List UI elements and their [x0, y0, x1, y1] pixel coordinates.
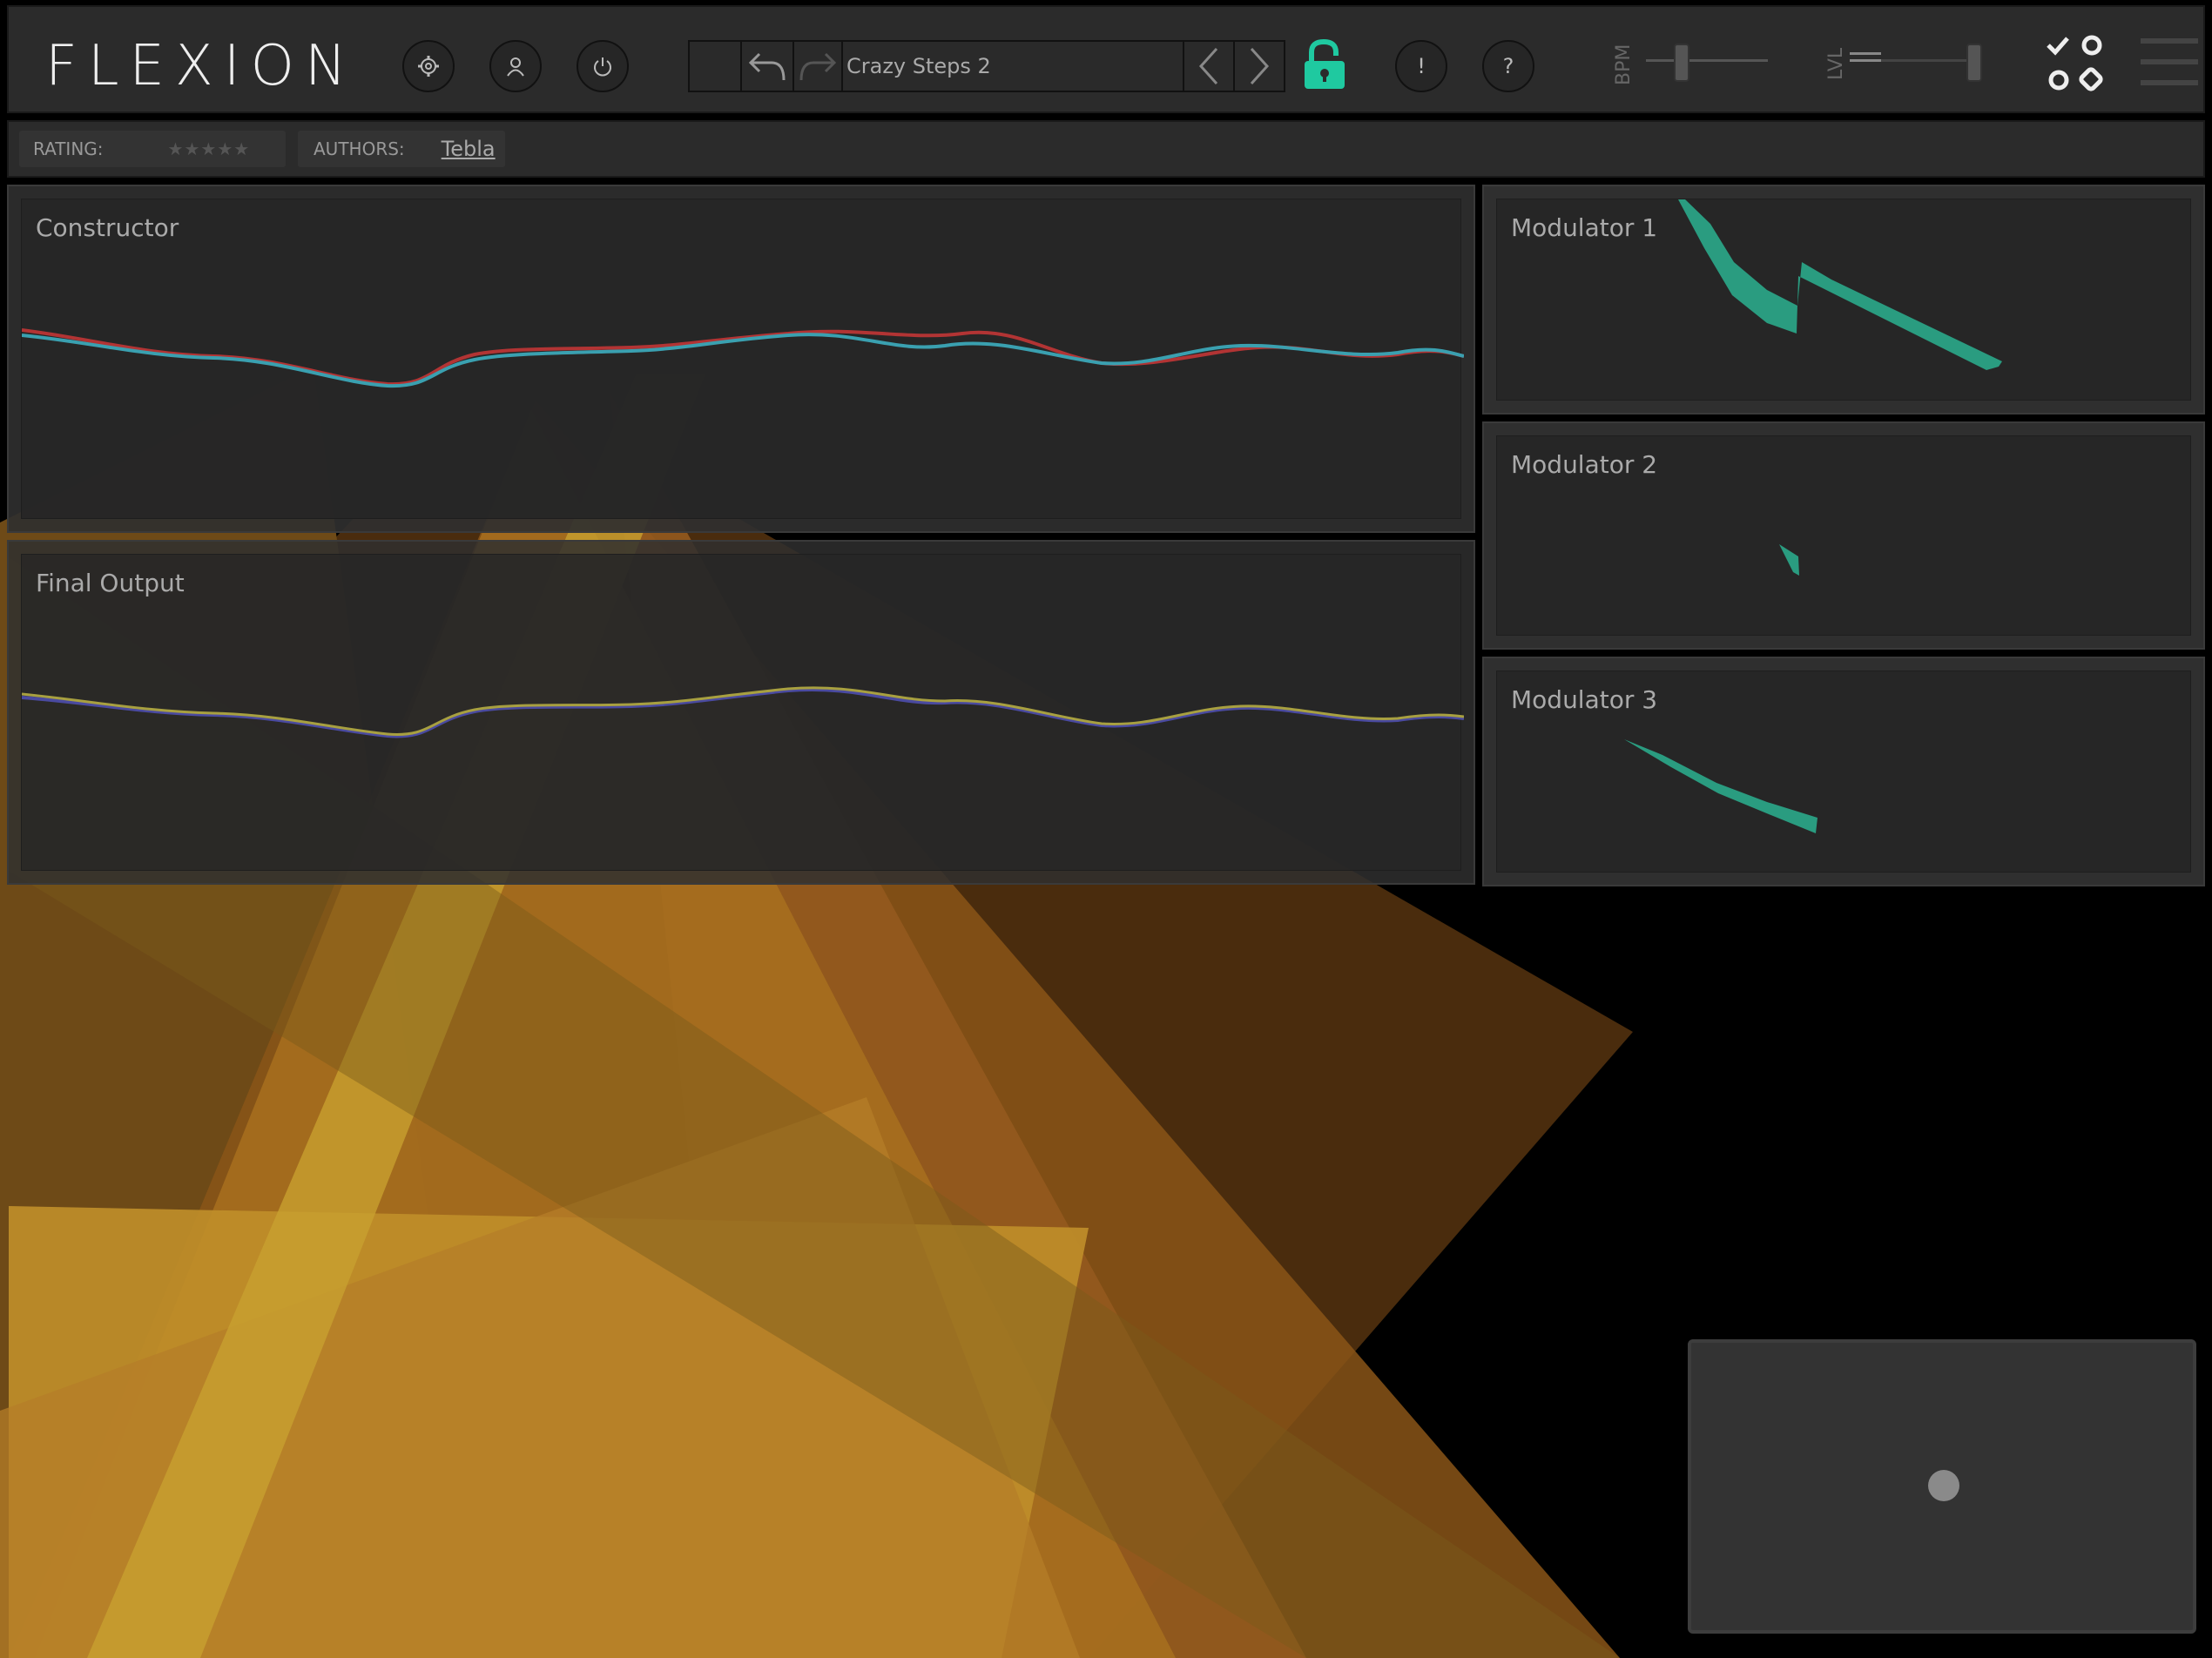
xy-pad-handle[interactable] [1928, 1470, 1959, 1501]
bpm-slider-track[interactable] [1646, 59, 1768, 62]
lvl-label: LVL [1825, 47, 1847, 80]
undo-icon [748, 52, 786, 81]
redo-button[interactable] [794, 42, 843, 91]
power-button[interactable] [577, 40, 629, 92]
modulator-1-panel: Modulator 1 [1482, 185, 2205, 414]
modulator-3-panel: Modulator 3 [1482, 657, 2205, 886]
user-icon [507, 57, 524, 77]
modulator-2-panel: Modulator 2 [1482, 421, 2205, 650]
redo-icon [799, 52, 837, 81]
settings-gear-icon [418, 56, 439, 77]
undo-button[interactable] [742, 42, 794, 91]
help-label: ? [1502, 54, 1514, 78]
settings-button[interactable] [402, 40, 455, 92]
lvl-slider-thumb[interactable] [1966, 44, 1982, 82]
preset-info-bar: RATING: ★★★★★ AUTHORS: Tebla [7, 120, 2205, 178]
constructor-panel: Constructor [7, 185, 1475, 533]
modulator-3-shape [1624, 739, 1817, 833]
final-output-panel: Final Output [7, 540, 1475, 885]
authors-label: AUTHORS: [314, 138, 405, 159]
unlock-icon[interactable] [1301, 38, 1350, 92]
authors-field: AUTHORS: Tebla [298, 131, 505, 167]
help-button[interactable]: ? [1482, 40, 1534, 92]
lvl-meter-2 [1850, 59, 1881, 62]
rating-field: RATING: ★★★★★ [19, 131, 286, 167]
alert-label: ! [1417, 54, 1426, 78]
next-preset-button[interactable] [1235, 42, 1284, 91]
power-icon [594, 57, 611, 77]
top-toolbar: FLEXION Crazy Steps 2 ! ? BPM LVL [7, 5, 2205, 113]
author-link[interactable]: Tebla [442, 137, 496, 161]
chevron-left-icon [1198, 47, 1218, 85]
user-button[interactable] [489, 40, 542, 92]
modulator-1-shape [1678, 199, 2002, 370]
lvl-meter [1850, 52, 1881, 55]
bpm-slider-thumb[interactable] [1674, 44, 1689, 82]
final-output-waveform [22, 686, 1464, 738]
menu-icon[interactable] [2139, 33, 2200, 91]
flexion-logo: FLEXION [45, 34, 357, 98]
alert-button[interactable]: ! [1395, 40, 1447, 92]
shapes-icon[interactable] [2045, 33, 2107, 96]
rating-label: RATING: [33, 138, 104, 159]
chevron-right-icon [1250, 47, 1270, 85]
preset-menu-button[interactable] [690, 42, 742, 91]
xy-pad[interactable] [1688, 1339, 2196, 1634]
rating-stars[interactable]: ★★★★★ [168, 138, 251, 159]
bpm-label: BPM [1613, 44, 1635, 85]
previous-preset-button[interactable] [1183, 42, 1235, 91]
modulator-2-shape [1779, 544, 1799, 576]
preset-browser: Crazy Steps 2 [688, 40, 1285, 92]
preset-name[interactable]: Crazy Steps 2 [846, 42, 991, 91]
constructor-waveform [22, 328, 1464, 388]
